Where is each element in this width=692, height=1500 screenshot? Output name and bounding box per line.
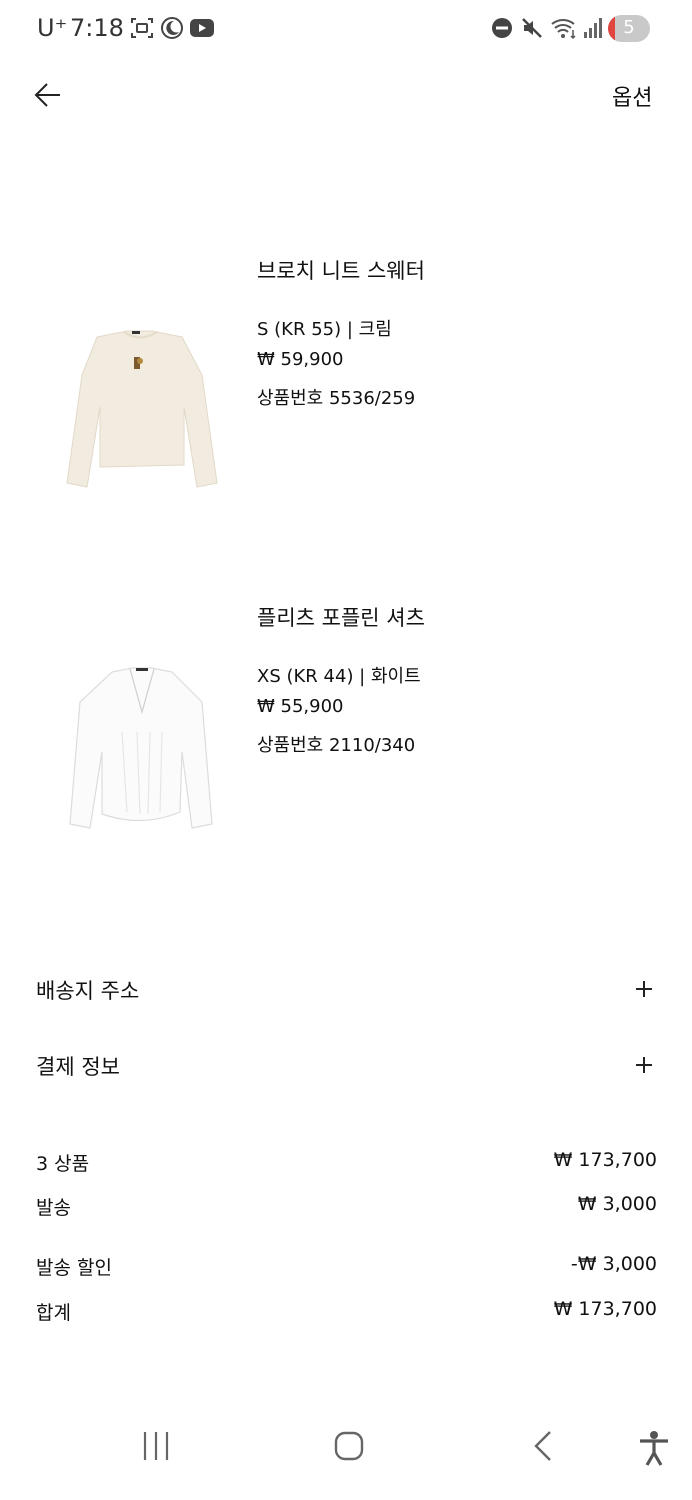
product-number: 상품번호 5536/259 [257,388,416,409]
product-price: ₩ 59,900 [257,349,344,370]
product-image-shirt[interactable] [52,662,232,862]
battery-level: 5 [623,17,635,38]
order-item[interactable]: 플리츠 포플린 셔츠 XS (KR 44) | 화이트 ₩ 55,900 상품번… [0,592,692,852]
shipping-address-section[interactable]: 배송지 주소 [36,975,656,1015]
accessibility-icon[interactable] [636,1430,672,1466]
shipping-address-label: 배송지 주소 [36,979,140,1003]
youtube-icon [190,19,214,37]
back-icon[interactable] [528,1430,560,1462]
shipping-discount-label: 발송 할인 [36,1257,112,1279]
signal-icon [584,18,602,38]
payment-info-label: 결제 정보 [36,1055,120,1079]
product-number: 상품번호 2110/340 [257,735,416,756]
total-label: 합계 [36,1302,71,1324]
mute-icon [522,18,542,38]
screenshot-icon [131,18,153,38]
night-mode-icon [161,17,183,39]
items-count-label: 3 상품 [36,1153,90,1175]
shipping-discount-value: -₩ 3,000 [570,1253,657,1275]
status-time: 7:18 [70,14,124,42]
recent-apps-icon[interactable] [140,1430,172,1462]
battery-icon: 5 [608,15,650,42]
product-price: ₩ 55,900 [257,696,344,717]
product-variant: XS (KR 44) | 화이트 [257,666,421,687]
summary-total-row: 합계 ₩ 173,700 [36,1298,657,1328]
product-name[interactable]: 플리츠 포플린 셔츠 [257,602,425,632]
status-bar: U⁺ 7:18 5 [0,0,692,58]
items-subtotal: ₩ 173,700 [553,1149,657,1171]
product-image-sweater[interactable] [52,315,232,515]
wifi-icon [551,19,576,40]
plus-icon[interactable] [636,981,652,997]
summary-items-row: 3 상품 ₩ 173,700 [36,1149,657,1179]
shipping-label: 발송 [36,1197,71,1219]
options-button[interactable]: 옵션 [612,80,652,112]
summary-shipping-row: 발송 ₩ 3,000 [36,1193,657,1223]
order-item[interactable]: 브로치 니트 스웨터 S (KR 55) | 크림 ₩ 59,900 상품번호 … [0,245,692,505]
do-not-disturb-icon [492,18,512,38]
home-icon[interactable] [333,1430,365,1462]
plus-icon[interactable] [636,1057,652,1073]
shipping-fee: ₩ 3,000 [577,1193,657,1215]
payment-info-section[interactable]: 결제 정보 [36,1051,656,1091]
total-value: ₩ 173,700 [553,1298,657,1320]
summary-discount-row: 발송 할인 -₩ 3,000 [36,1253,657,1283]
arrow-left-icon[interactable] [30,78,66,112]
product-variant: S (KR 55) | 크림 [257,319,392,340]
product-name[interactable]: 브로치 니트 스웨터 [257,255,425,285]
carrier-label: U⁺ [37,14,68,42]
